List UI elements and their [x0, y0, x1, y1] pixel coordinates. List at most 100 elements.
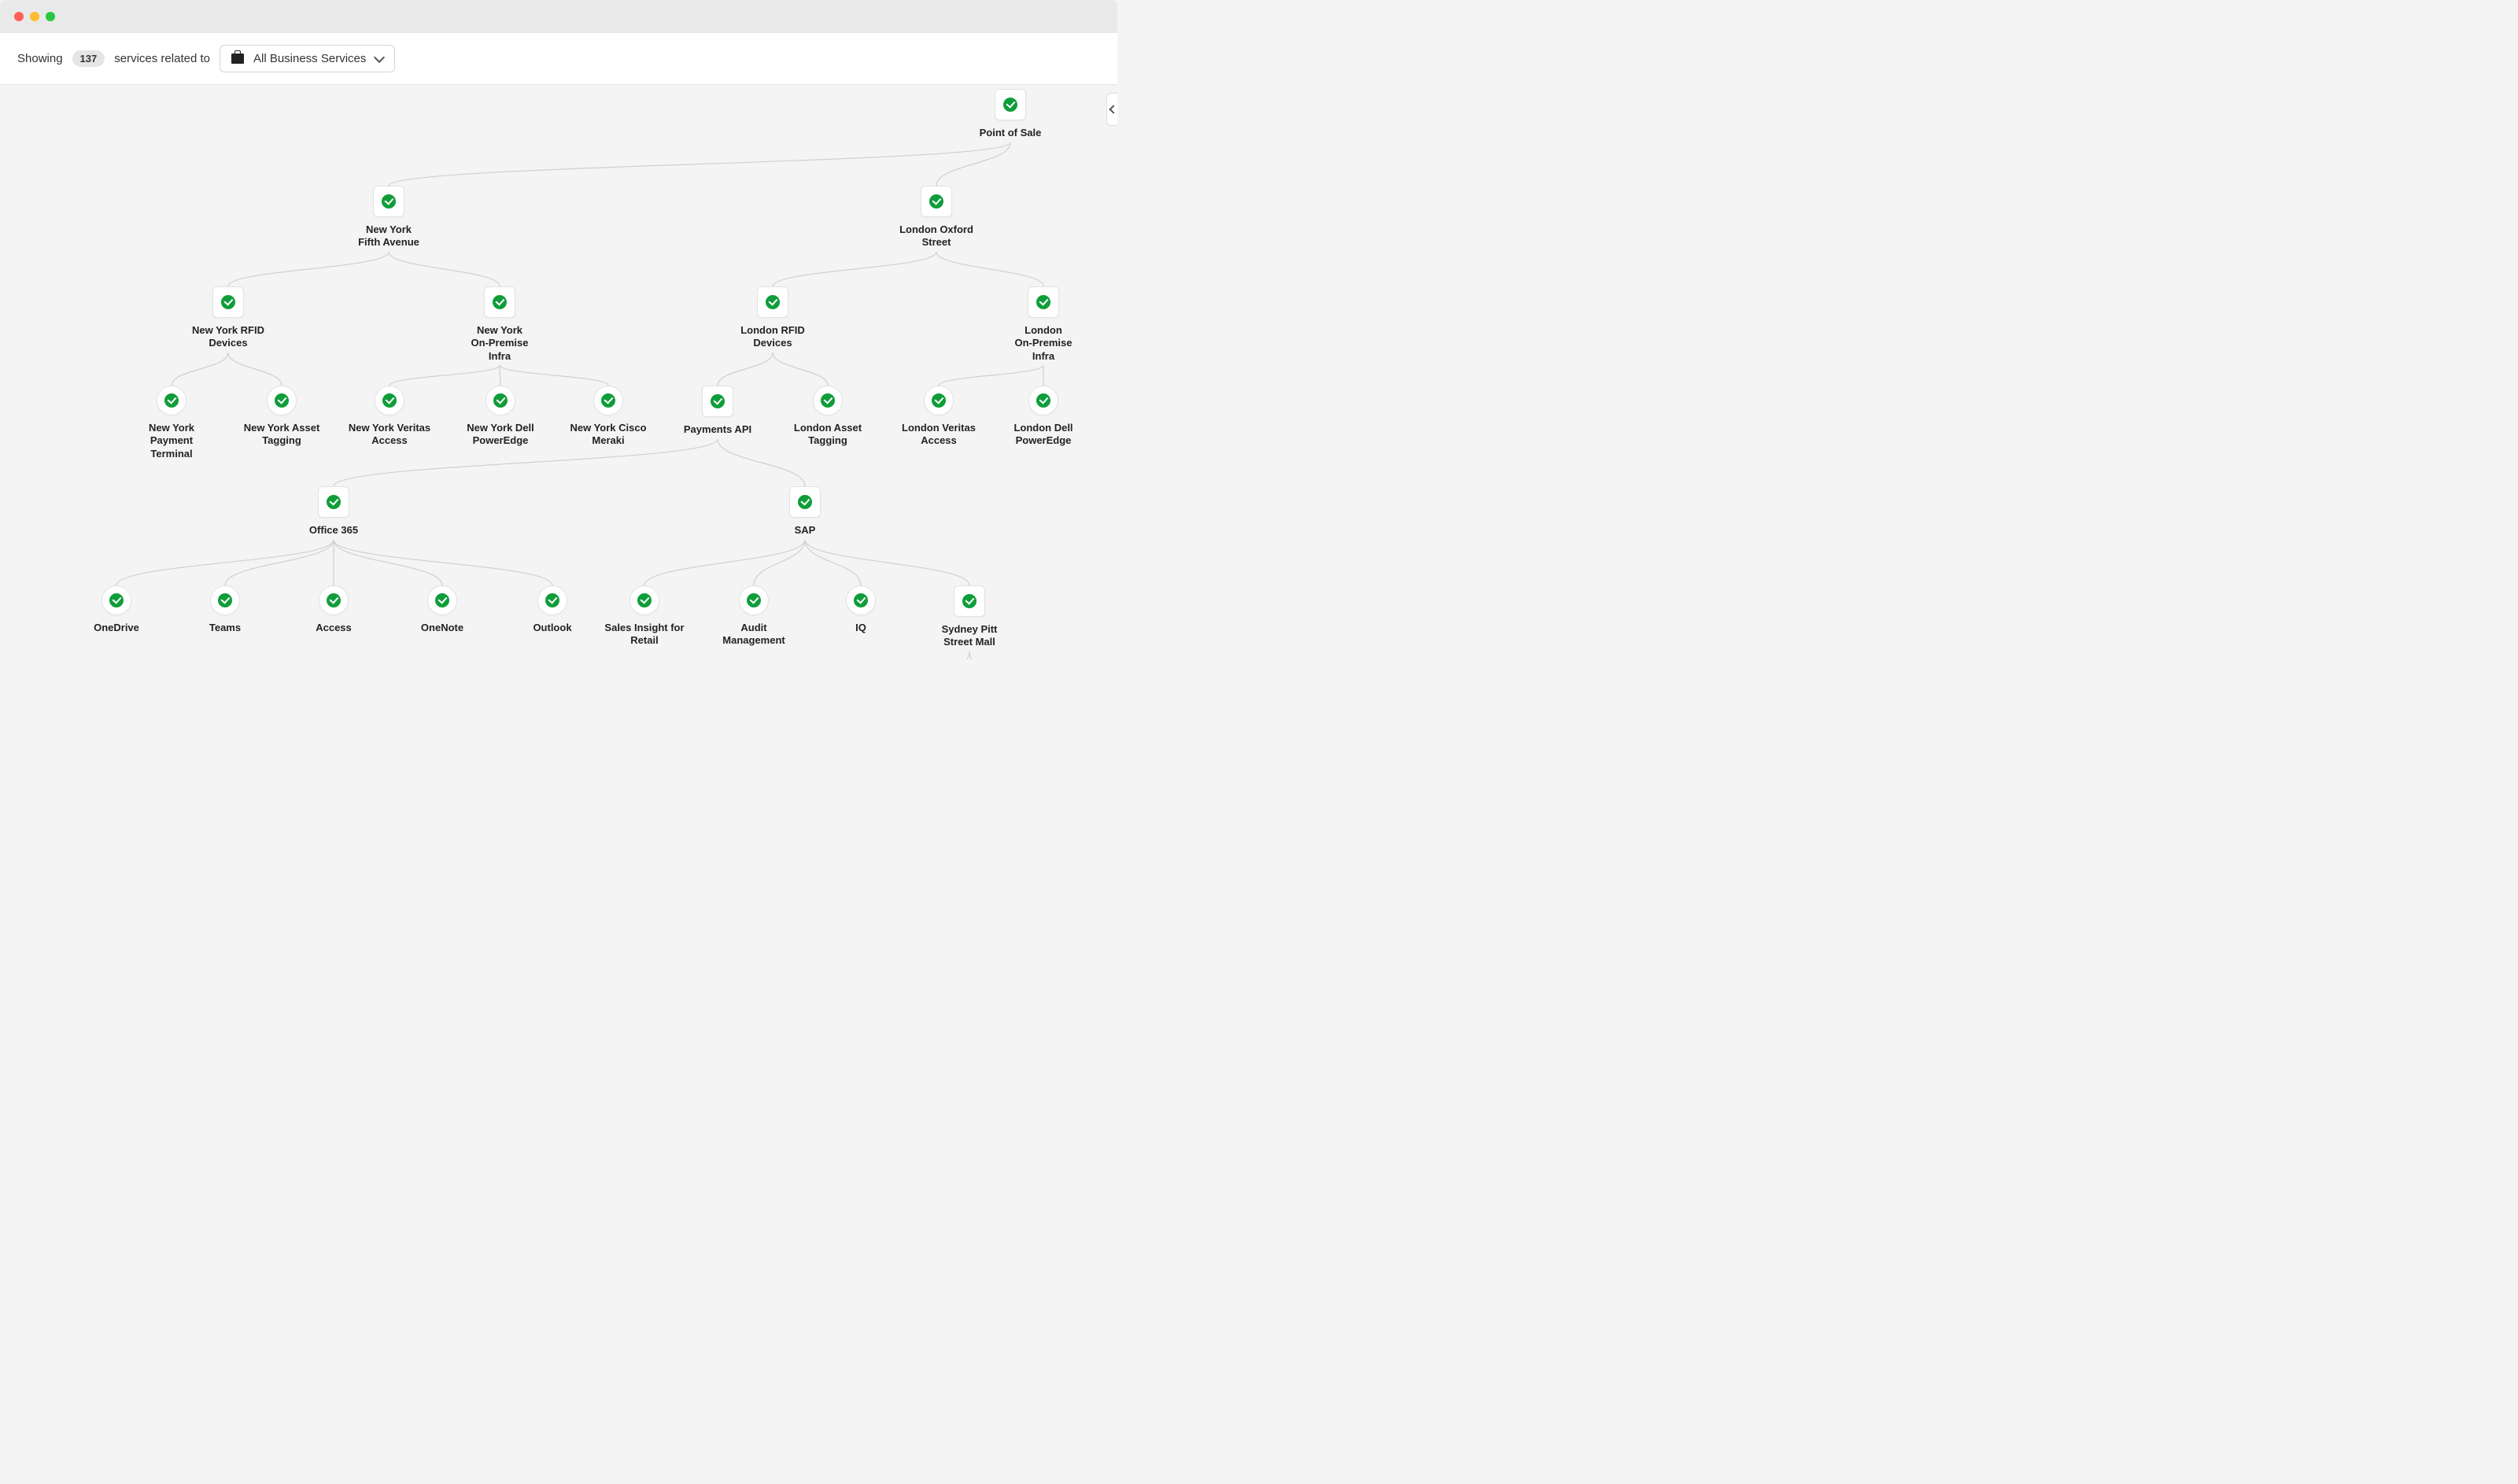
- window-zoom-button[interactable]: [46, 12, 55, 21]
- service-count-badge: 137: [72, 50, 105, 67]
- service-node-audit[interactable]: Audit Management: [699, 585, 809, 648]
- node-label: New York Dell PowerEdge: [445, 422, 556, 448]
- node-shell: [757, 286, 788, 318]
- service-node-lonAsset[interactable]: London Asset Tagging: [773, 386, 883, 448]
- node-label: IQ: [806, 622, 916, 634]
- showing-label: Showing: [17, 52, 63, 65]
- service-node-o365[interactable]: Office 365: [279, 486, 389, 537]
- status-ok-icon: [382, 194, 396, 209]
- node-shell: [319, 585, 349, 615]
- node-shell: [373, 186, 404, 217]
- service-node-nyRfid[interactable]: New York RFID Devices: [173, 286, 283, 350]
- service-node-payApi[interactable]: Payments API: [663, 386, 773, 436]
- node-label: OneNote: [387, 622, 497, 634]
- status-ok-icon: [821, 393, 835, 408]
- node-shell: [375, 386, 404, 415]
- service-node-nyDell[interactable]: New York Dell PowerEdge: [445, 386, 556, 448]
- node-label: Audit Management: [699, 622, 809, 648]
- chevron-down-icon: [374, 51, 385, 62]
- service-node-lonVer[interactable]: London Veritas Access: [884, 386, 994, 448]
- node-shell: [995, 89, 1026, 120]
- node-label: London Dell PowerEdge: [988, 422, 1098, 448]
- node-shell: [954, 585, 985, 617]
- service-node-onenote[interactable]: OneNote: [387, 585, 497, 634]
- window-titlebar: [0, 0, 1117, 33]
- status-ok-icon: [275, 393, 289, 408]
- service-node-sydney[interactable]: Sydney Pitt Street Mall: [914, 585, 1025, 649]
- status-ok-icon: [218, 593, 232, 607]
- node-label: London On-Premise Infra: [988, 324, 1098, 363]
- node-shell: [739, 585, 769, 615]
- node-shell: [102, 585, 131, 615]
- node-label: New York Payment Terminal: [116, 422, 227, 460]
- node-shell: [486, 386, 515, 415]
- node-shell: [537, 585, 567, 615]
- node-label: London Asset Tagging: [773, 422, 883, 448]
- service-node-nyVer[interactable]: New York Veritas Access: [334, 386, 445, 448]
- service-node-nyCisco[interactable]: New York Cisco Meraki: [553, 386, 663, 448]
- service-node-nyInfra[interactable]: New York On-Premise Infra: [445, 286, 555, 363]
- status-ok-icon: [327, 495, 341, 509]
- node-shell: [921, 186, 952, 217]
- node-label: New York On-Premise Infra: [445, 324, 555, 363]
- node-shell: [210, 585, 240, 615]
- node-label: Office 365: [279, 524, 389, 537]
- node-label: New York Cisco Meraki: [553, 422, 663, 448]
- node-label: New York Asset Tagging: [227, 422, 337, 448]
- status-ok-icon: [962, 594, 977, 608]
- service-node-ny5th[interactable]: New York Fifth Avenue: [334, 186, 444, 249]
- service-node-onedrive[interactable]: OneDrive: [61, 585, 172, 634]
- status-ok-icon: [766, 295, 780, 309]
- node-label: Access: [279, 622, 389, 634]
- node-label: London Oxford Street: [881, 223, 991, 249]
- side-panel-toggle[interactable]: [1106, 93, 1117, 126]
- service-node-lonRfid[interactable]: London RFID Devices: [718, 286, 828, 350]
- node-shell: [630, 585, 659, 615]
- node-shell: [484, 286, 515, 318]
- service-node-iq[interactable]: IQ: [806, 585, 916, 634]
- service-node-sap[interactable]: SAP: [750, 486, 860, 537]
- node-label: SAP: [750, 524, 860, 537]
- service-node-teams[interactable]: Teams: [170, 585, 280, 634]
- status-ok-icon: [711, 394, 725, 408]
- service-node-nyAsset[interactable]: New York Asset Tagging: [227, 386, 337, 448]
- node-shell: [789, 486, 821, 518]
- status-ok-icon: [164, 393, 179, 408]
- related-label: services related to: [114, 52, 210, 65]
- node-label: New York Fifth Avenue: [334, 223, 444, 249]
- service-node-lonDell[interactable]: London Dell PowerEdge: [988, 386, 1098, 448]
- node-shell: [1028, 386, 1058, 415]
- node-label: Teams: [170, 622, 280, 634]
- node-shell: [427, 585, 457, 615]
- status-ok-icon: [1036, 393, 1050, 408]
- node-shell: [702, 386, 733, 417]
- status-ok-icon: [435, 593, 449, 607]
- node-shell: [813, 386, 843, 415]
- service-node-pos[interactable]: Point of Sale: [955, 89, 1065, 139]
- dropdown-label: All Business Services: [253, 52, 366, 65]
- node-label: Sydney Pitt Street Mall: [914, 623, 1025, 649]
- service-node-salesIn[interactable]: Sales Insight for Retail: [589, 585, 700, 648]
- service-map-canvas[interactable]: Point of Sale New York Fifth Avenue London…: [0, 85, 1117, 659]
- status-ok-icon: [637, 593, 652, 607]
- service-node-lonInfra[interactable]: London On-Premise Infra: [988, 286, 1098, 363]
- status-ok-icon: [929, 194, 943, 209]
- status-ok-icon: [601, 393, 615, 408]
- window-close-button[interactable]: [14, 12, 24, 21]
- briefcase-icon: [231, 54, 244, 64]
- service-node-nyPay[interactable]: New York Payment Terminal: [116, 386, 227, 460]
- node-label: New York Veritas Access: [334, 422, 445, 448]
- window-minimize-button[interactable]: [30, 12, 39, 21]
- status-ok-icon: [221, 295, 235, 309]
- node-shell: [924, 386, 954, 415]
- status-ok-icon: [747, 593, 761, 607]
- status-ok-icon: [493, 295, 507, 309]
- service-node-access[interactable]: Access: [279, 585, 389, 634]
- node-label: Sales Insight for Retail: [589, 622, 700, 648]
- service-node-lonOx[interactable]: London Oxford Street: [881, 186, 991, 249]
- node-label: Payments API: [663, 423, 773, 436]
- node-shell: [267, 386, 297, 415]
- status-ok-icon: [545, 593, 559, 607]
- status-ok-icon: [798, 495, 812, 509]
- business-service-dropdown[interactable]: All Business Services: [220, 45, 395, 72]
